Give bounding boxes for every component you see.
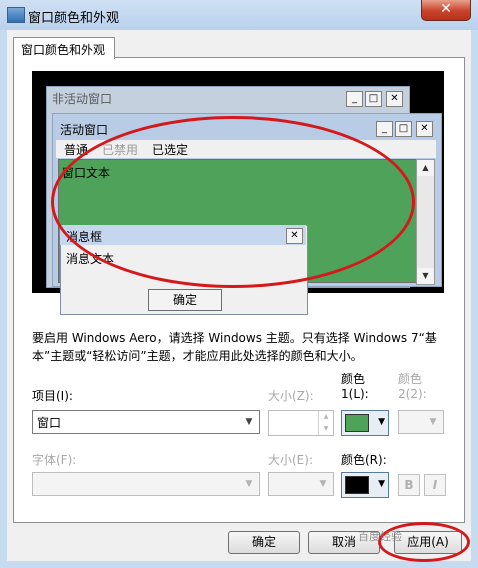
- color1-label-line1: 颜色: [341, 372, 366, 386]
- chevron-down-icon: ▼: [245, 417, 253, 427]
- color1-swatch: [345, 414, 369, 432]
- chevron-down-icon: ▼: [378, 417, 385, 427]
- message-box-ok-button[interactable]: 确定: [148, 289, 222, 311]
- item-label: 项目(I):: [32, 389, 73, 403]
- font-color-picker-button[interactable]: ▼: [341, 472, 389, 498]
- inactive-window-title: 非活动窗口: [52, 92, 113, 106]
- color1-label-line2: 1(L):: [341, 387, 369, 401]
- scroll-up-icon[interactable]: ▲: [417, 160, 434, 176]
- window-close-button[interactable]: ✕: [421, 0, 471, 21]
- font-select[interactable]: ▼: [32, 472, 260, 496]
- active-maximize-icon: □: [395, 121, 412, 137]
- color2-label-line2: 2(2):: [398, 387, 427, 401]
- watermark: 百度经验: [358, 530, 402, 543]
- italic-button[interactable]: I: [424, 474, 446, 496]
- item-select[interactable]: 窗口 ▼: [32, 410, 260, 434]
- color1-picker-button[interactable]: ▼: [341, 410, 389, 436]
- ok-button[interactable]: 确定: [228, 531, 300, 554]
- chevron-down-icon: ▼: [378, 479, 385, 489]
- bold-button[interactable]: B: [398, 474, 420, 496]
- active-window-title: 活动窗口: [60, 123, 109, 137]
- active-close-icon: ✕: [416, 121, 433, 137]
- spinner-arrows-icon[interactable]: ▲ ▼: [318, 411, 333, 435]
- inactive-close-icon: ✕: [386, 91, 403, 107]
- tab-window-color-appearance[interactable]: 窗口颜色和外观: [13, 37, 115, 59]
- chevron-down-icon: ▼: [245, 479, 253, 489]
- annotation-ellipse-preview: [51, 116, 415, 288]
- scroll-down-icon[interactable]: ▼: [417, 268, 434, 284]
- inactive-maximize-icon: □: [365, 91, 382, 107]
- font-color-swatch: [345, 476, 369, 494]
- app-icon: [7, 7, 25, 23]
- inactive-minimize-icon: _: [346, 91, 363, 107]
- window-title: 窗口颜色和外观: [28, 11, 120, 26]
- color2-picker-button[interactable]: ▼: [398, 410, 444, 434]
- font-color-label: 颜色(R):: [341, 453, 387, 467]
- color2-label-line1: 颜色: [398, 372, 423, 386]
- font-size-label: 大小(E):: [268, 453, 313, 467]
- font-size-select[interactable]: ▼: [268, 472, 334, 496]
- item-size-label: 大小(Z):: [268, 389, 314, 403]
- font-label: 字体(F):: [32, 453, 77, 467]
- active-minimize-icon: _: [376, 121, 393, 137]
- aero-info-text: 要启用 Windows Aero，请选择 Windows 主题。只有选择 Win…: [32, 331, 437, 363]
- preview-scrollbar[interactable]: ▲ ▼: [416, 159, 435, 285]
- item-select-value: 窗口: [37, 416, 62, 430]
- chevron-down-icon: ▼: [429, 417, 437, 427]
- item-size-spinner[interactable]: ▲ ▼: [268, 410, 334, 436]
- chevron-down-icon: ▼: [319, 479, 327, 489]
- tab-label: 窗口颜色和外观: [21, 43, 106, 57]
